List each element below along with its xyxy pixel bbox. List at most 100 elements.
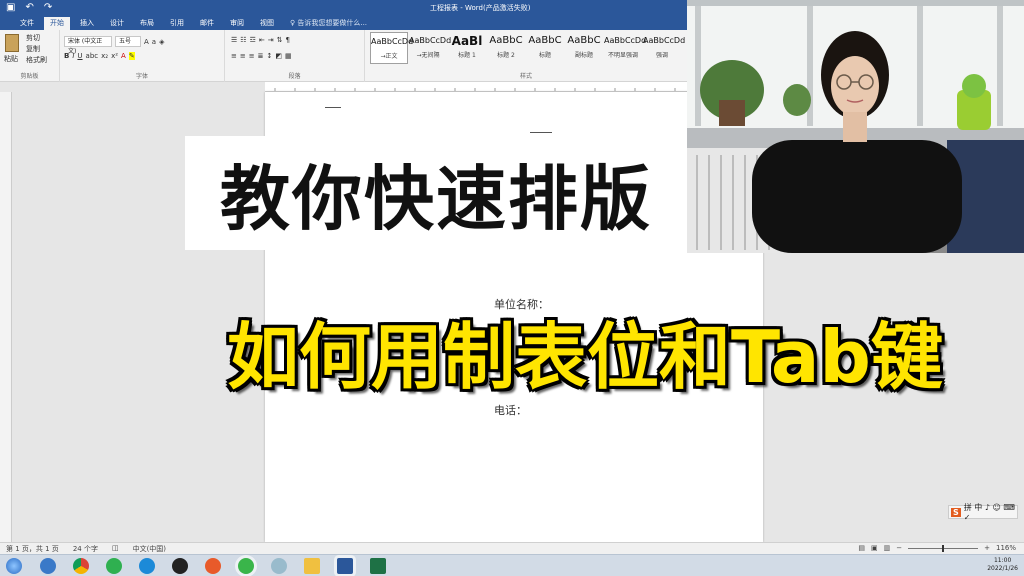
tab-view[interactable]: 视图 xyxy=(254,17,280,30)
style-sample: AaBbCcDd xyxy=(409,36,452,45)
undo-icon[interactable]: ↶ xyxy=(25,2,33,14)
zoom-slider[interactable] xyxy=(908,544,979,552)
style-heading-2[interactable]: AaBbC 标题 2 xyxy=(487,32,525,64)
italic-icon[interactable]: I xyxy=(72,52,74,60)
tab-design[interactable]: 设计 xyxy=(104,17,130,30)
borders-icon[interactable]: ▦ xyxy=(285,52,292,60)
word-count[interactable]: 24 个字 xyxy=(73,544,98,554)
system-clock[interactable]: 11:00 2022/1/26 xyxy=(987,557,1018,573)
bold-icon[interactable]: B xyxy=(64,52,69,60)
style-name: →无间隔 xyxy=(416,52,440,59)
style-normal[interactable]: AaBbCcDd →正文 xyxy=(370,32,413,64)
file-explorer-icon[interactable] xyxy=(304,558,320,574)
sort-icon[interactable]: ⇅ xyxy=(277,36,283,44)
webcam-scene xyxy=(687,0,1024,253)
cut-button[interactable]: 剪切 xyxy=(26,33,40,43)
ime-status[interactable]: 拼 中 ♪ ☺ ⌨ ✓ xyxy=(964,502,1017,522)
style-name: 标题 1 xyxy=(458,52,476,59)
style-name: 不明显强调 xyxy=(607,52,638,59)
style-subtle-emphasis[interactable]: AaBbCcDd 不明显强调 xyxy=(604,32,646,64)
highlight-icon[interactable]: ✎ xyxy=(128,52,135,60)
subscript-icon[interactable]: x₂ xyxy=(101,52,108,60)
qq-icon[interactable] xyxy=(172,558,188,574)
sogou-logo-icon: S xyxy=(951,507,961,517)
paste-button[interactable]: 粘贴 xyxy=(4,54,18,64)
excel-icon[interactable] xyxy=(370,558,386,574)
wechat-icon[interactable] xyxy=(238,558,254,574)
numbering-icon[interactable]: ☷ xyxy=(240,36,246,44)
start-button-icon[interactable] xyxy=(6,558,22,574)
title-bar: ▣ ↶ ↷ 工程报表 - Word(产品激活失败) xyxy=(0,0,687,16)
font-family-select[interactable]: 宋体 (中文正文) xyxy=(64,36,112,55)
tab-home[interactable]: 开始 xyxy=(44,17,70,30)
quick-access-toolbar: ▣ ↶ ↷ xyxy=(6,2,52,14)
style-name: 副标题 xyxy=(574,52,593,59)
ime-toolbar[interactable]: S 拼 中 ♪ ☺ ⌨ ✓ xyxy=(948,502,1018,522)
zoom-level[interactable]: 116% xyxy=(996,544,1016,552)
proofing-icon[interactable]: ◫ xyxy=(112,544,119,554)
web-layout-icon[interactable]: ▥ xyxy=(884,544,891,552)
style-no-spacing[interactable]: AaBbCcDd →无间隔 xyxy=(409,32,452,64)
page-count[interactable]: 第 1 页，共 1 页 xyxy=(6,544,59,554)
tab-mailings[interactable]: 邮件 xyxy=(194,17,220,30)
align-right-icon[interactable]: ≡ xyxy=(249,52,255,60)
window-title: 工程报表 - Word(产品激活失败) xyxy=(430,4,531,12)
word-icon[interactable] xyxy=(337,558,353,574)
font-color-icon[interactable]: A xyxy=(121,52,126,60)
ruler-ticks xyxy=(274,88,676,91)
font-size-select[interactable]: 五号 xyxy=(115,36,141,47)
app-k-icon[interactable] xyxy=(139,558,155,574)
clipboard-label: 剪贴板 xyxy=(20,73,39,80)
style-title[interactable]: AaBbC 标题 xyxy=(526,32,564,64)
paragraph-label: 段落 xyxy=(288,73,301,80)
align-left-icon[interactable]: ≡ xyxy=(231,52,237,60)
app-green-icon[interactable] xyxy=(106,558,122,574)
tab-file[interactable]: 文件 xyxy=(14,17,40,30)
style-name: 标题 xyxy=(538,52,551,59)
clipboard-group: 粘贴 剪切 复制 格式刷 剪贴板 xyxy=(0,30,60,82)
multilevel-list-icon[interactable]: ☲ xyxy=(250,36,256,44)
zoom-in-button[interactable]: + xyxy=(984,544,990,552)
tab-insert[interactable]: 插入 xyxy=(74,17,100,30)
paste-icon[interactable] xyxy=(5,34,19,52)
style-heading-1[interactable]: AaBl 标题 1 xyxy=(448,32,486,64)
format-painter-button[interactable]: 格式刷 xyxy=(26,55,47,65)
styles-label: 样式 xyxy=(519,73,532,80)
app-orange-icon[interactable] xyxy=(205,558,221,574)
tab-review[interactable]: 审阅 xyxy=(224,17,250,30)
font-label: 字体 xyxy=(135,73,148,80)
grow-font-icon[interactable]: A xyxy=(144,38,149,46)
strikethrough-icon[interactable]: abc xyxy=(86,52,99,60)
increase-indent-icon[interactable]: ⇥ xyxy=(268,36,274,44)
superscript-icon[interactable]: x² xyxy=(111,52,118,60)
read-mode-icon[interactable]: ▤ xyxy=(858,544,865,552)
document-text-phone[interactable]: 电话： xyxy=(494,402,527,418)
shading-icon[interactable]: ◩ xyxy=(275,52,282,60)
bullets-icon[interactable]: ☰ xyxy=(231,36,237,44)
print-layout-icon[interactable]: ▣ xyxy=(871,544,878,552)
style-subtitle[interactable]: AaBbC 副标题 xyxy=(565,32,603,64)
decrease-indent-icon[interactable]: ⇤ xyxy=(259,36,265,44)
language-status[interactable]: 中文(中国) xyxy=(133,544,166,554)
app-flower-icon[interactable] xyxy=(271,558,287,574)
line-spacing-icon[interactable]: ↕ xyxy=(267,52,273,60)
justify-icon[interactable]: ≣ xyxy=(258,52,264,60)
tell-me-search[interactable]: ♀ 告诉我您想要做什么... xyxy=(284,16,373,30)
horizontal-ruler[interactable] xyxy=(265,82,687,92)
shrink-font-icon[interactable]: a xyxy=(152,38,156,46)
copy-button[interactable]: 复制 xyxy=(26,44,40,54)
show-marks-icon[interactable]: ¶ xyxy=(285,36,289,44)
zoom-out-button[interactable]: − xyxy=(896,544,902,552)
style-emphasis[interactable]: AaBbCcDd 强调 xyxy=(643,32,685,64)
redo-icon[interactable]: ↷ xyxy=(44,2,52,14)
tab-references[interactable]: 引用 xyxy=(164,17,190,30)
chrome-icon[interactable] xyxy=(73,558,89,574)
browser-icon[interactable] xyxy=(40,558,56,574)
clear-format-icon[interactable]: ◈ xyxy=(159,38,164,46)
underline-icon[interactable]: U xyxy=(77,52,82,60)
tab-layout[interactable]: 布局 xyxy=(134,17,160,30)
headline-banner: 教你快速排版 xyxy=(185,136,687,250)
save-icon[interactable]: ▣ xyxy=(6,2,15,14)
align-center-icon[interactable]: ≡ xyxy=(240,52,246,60)
vertical-ruler[interactable] xyxy=(0,92,12,542)
